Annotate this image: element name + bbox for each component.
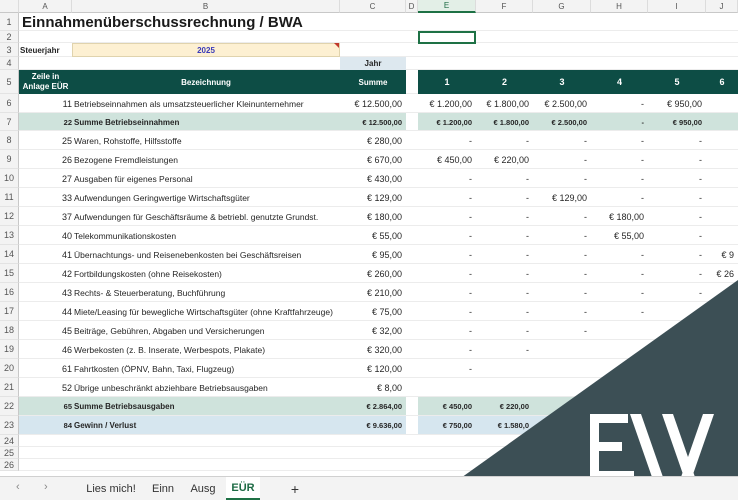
watermark-overlay bbox=[430, 280, 738, 500]
sheet-tab-ausg[interactable]: Ausg bbox=[184, 477, 222, 500]
sheet-tab-eur[interactable]: EÜR bbox=[226, 477, 260, 500]
sheet-tab-bar: ‹ › Lies mich! Einn Ausg EÜR + bbox=[0, 476, 738, 500]
sheet-tab-lies-mich[interactable]: Lies mich! bbox=[82, 477, 140, 500]
next-sheet-button[interactable]: › bbox=[44, 481, 48, 493]
add-sheet-button[interactable]: + bbox=[282, 477, 308, 500]
sheet-tab-einn[interactable]: Einn bbox=[144, 477, 182, 500]
prev-sheet-button[interactable]: ‹ bbox=[16, 481, 20, 493]
